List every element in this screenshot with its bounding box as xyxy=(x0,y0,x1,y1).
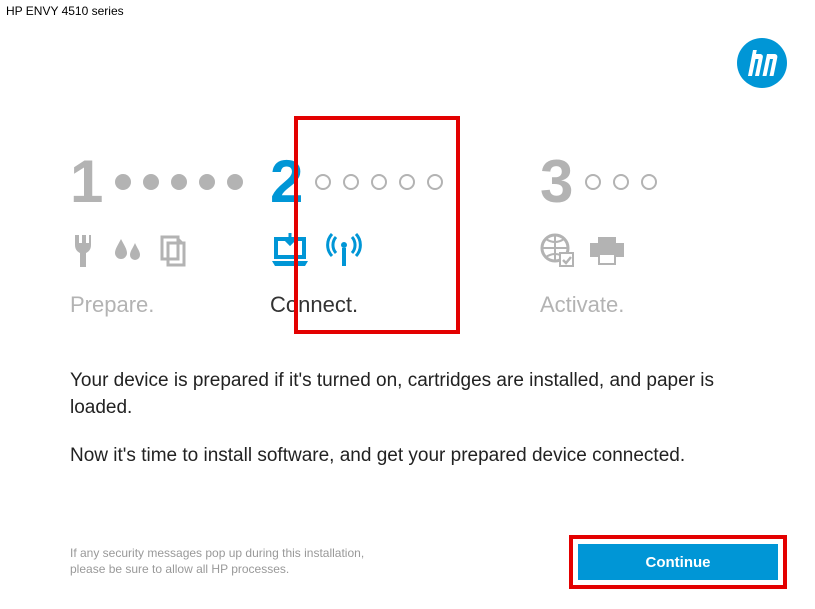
step-number-2: 2 xyxy=(270,152,303,212)
continue-highlight-annotation: Continue xyxy=(569,535,787,589)
body-line-1: Your device is prepared if it's turned o… xyxy=(70,368,745,421)
step-number-3: 3 xyxy=(540,152,573,212)
printer-icon xyxy=(588,235,626,272)
progress-dot xyxy=(115,174,131,190)
globe-check-icon xyxy=(540,233,574,272)
step-prepare: 1 Prepare. xyxy=(70,152,270,318)
paper-copy-icon xyxy=(158,235,190,272)
progress-dot xyxy=(315,174,331,190)
progress-dot xyxy=(427,174,443,190)
progress-dot xyxy=(227,174,243,190)
progress-dot xyxy=(613,174,629,190)
step-label-activate: Activate. xyxy=(540,292,740,318)
progress-dot xyxy=(199,174,215,190)
progress-dot xyxy=(171,174,187,190)
power-plug-icon xyxy=(70,233,98,272)
wireless-antenna-icon xyxy=(324,233,364,272)
hp-logo xyxy=(737,38,787,93)
laptop-download-icon xyxy=(270,233,310,272)
progress-dot xyxy=(371,174,387,190)
progress-dot xyxy=(143,174,159,190)
step-label-prepare: Prepare. xyxy=(70,292,270,318)
body-line-2: Now it's time to install software, and g… xyxy=(70,443,745,470)
step-connect: 2 Connect. xyxy=(270,152,540,318)
step-label-connect: Connect. xyxy=(270,292,540,318)
progress-dot xyxy=(399,174,415,190)
step-activate: 3 Activate. xyxy=(540,152,740,318)
body-text: Your device is prepared if it's turned o… xyxy=(0,368,815,470)
security-note: If any security messages pop up during t… xyxy=(70,546,390,577)
progress-dot xyxy=(641,174,657,190)
window-title: HP ENVY 4510 series xyxy=(0,0,815,22)
ink-drops-icon xyxy=(112,235,144,272)
continue-button[interactable]: Continue xyxy=(578,544,778,580)
step-number-1: 1 xyxy=(70,152,103,212)
steps-progress: 1 Prepare. 2 xyxy=(0,152,815,318)
progress-dot xyxy=(585,174,601,190)
progress-dot xyxy=(343,174,359,190)
